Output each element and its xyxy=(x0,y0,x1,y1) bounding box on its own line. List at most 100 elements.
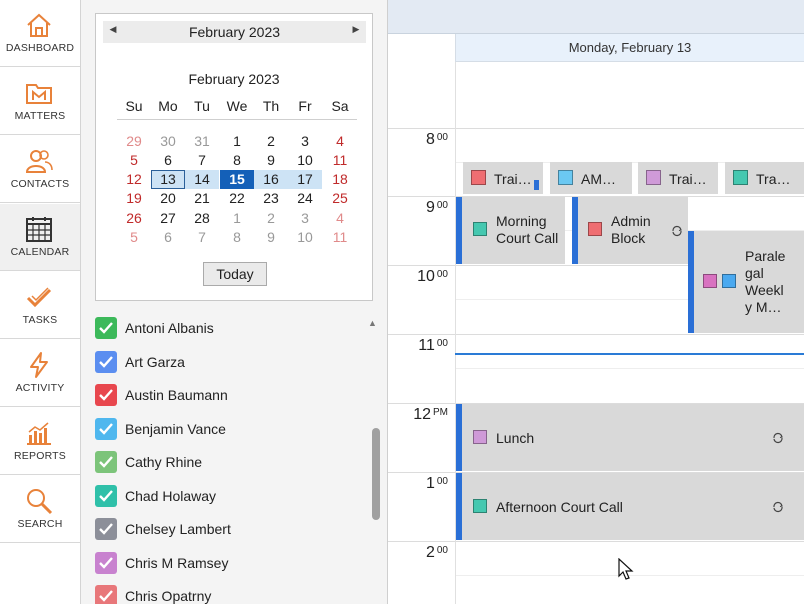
today-button[interactable]: Today xyxy=(203,262,267,286)
all-day-area[interactable] xyxy=(455,62,804,128)
calendar-day[interactable]: 9 xyxy=(254,151,288,170)
event-chip[interactable]: AM… xyxy=(550,162,632,194)
calendar-day[interactable]: 1 xyxy=(220,209,254,228)
calendar-day[interactable]: 4 xyxy=(323,209,357,228)
calendar-day[interactable]: 16 xyxy=(254,170,288,189)
next-month-button[interactable]: ▶ xyxy=(348,24,364,35)
calendar-day[interactable]: 8 xyxy=(220,151,254,170)
calendar-day[interactable]: 30 xyxy=(151,132,185,151)
calendar-day[interactable]: 6 xyxy=(151,151,185,170)
calendar-day[interactable]: 8 xyxy=(220,228,254,247)
calendar-day[interactable]: 6 xyxy=(151,228,185,247)
calendar-day[interactable]: 19 xyxy=(117,189,151,208)
calendar-day[interactable]: 23 xyxy=(254,189,288,208)
person-filter-item[interactable]: Cathy Rhine xyxy=(95,449,355,477)
calendar-day[interactable]: 18 xyxy=(323,170,357,189)
calendar-day[interactable]: 17 xyxy=(288,170,322,189)
calendar-day[interactable]: 10 xyxy=(288,151,322,170)
calendar-day[interactable]: 26 xyxy=(117,209,151,228)
person-filter-item[interactable]: Chris Opatrny xyxy=(95,583,355,604)
event-chip[interactable]: Trai… xyxy=(638,162,718,194)
calendar-day[interactable]: 21 xyxy=(185,189,219,208)
checkbox-checked-icon[interactable] xyxy=(95,451,117,473)
calendar-day[interactable]: 7 xyxy=(185,228,219,247)
event-afternoon-court-call[interactable]: Afternoon Court Call xyxy=(456,473,804,540)
nav-contacts[interactable]: CONTACTS xyxy=(0,136,80,203)
lightning-icon xyxy=(30,352,48,378)
nav-reports[interactable]: REPORTS xyxy=(0,408,80,475)
calendar-day[interactable]: 3 xyxy=(288,209,322,228)
nav-activity[interactable]: ACTIVITY xyxy=(0,340,80,407)
weekday-label: Sa xyxy=(331,98,349,114)
hour-label-12: 12 PM xyxy=(413,406,448,423)
calendar-day[interactable]: 9 xyxy=(254,228,288,247)
toolbar-strip xyxy=(388,0,804,34)
person-filter-item[interactable]: Chad Holaway xyxy=(95,483,355,511)
checkbox-checked-icon[interactable] xyxy=(95,350,117,373)
event-color-swatch xyxy=(558,170,573,185)
nav-search[interactable]: SEARCH xyxy=(0,476,80,543)
event-title: Admin Block xyxy=(611,213,651,246)
calendar-day[interactable]: 22 xyxy=(220,189,254,208)
calendar-day[interactable]: 5 xyxy=(117,228,151,247)
calendar-day[interactable]: 13 xyxy=(151,170,185,189)
nav-label: CONTACTS xyxy=(10,178,70,190)
time-gutter xyxy=(388,34,455,604)
weekday-label: We xyxy=(226,98,248,114)
calendar-day[interactable]: 3 xyxy=(288,132,322,151)
checkbox-checked-icon[interactable] xyxy=(95,384,117,406)
calendar-day[interactable]: 25 xyxy=(323,189,357,208)
calendar-day[interactable]: 14 xyxy=(185,170,219,189)
day-column-header[interactable]: Monday, February 13 xyxy=(455,34,804,62)
scrollbar-thumb[interactable] xyxy=(372,428,380,520)
checkbox-checked-icon[interactable] xyxy=(95,551,117,574)
event-color-swatch xyxy=(473,499,487,513)
nav-calendar[interactable]: CALENDAR xyxy=(0,204,80,271)
scroll-up-icon[interactable]: ▲ xyxy=(368,318,377,328)
nav-matters[interactable]: MATTERS xyxy=(0,68,80,135)
checkbox-checked-icon[interactable] xyxy=(95,317,117,339)
person-filter-item[interactable]: Chelsey Lambert xyxy=(95,516,355,544)
calendar-day[interactable]: 2 xyxy=(254,209,288,228)
calendar-day[interactable]: 24 xyxy=(288,189,322,208)
event-chip[interactable]: Trai… xyxy=(463,162,543,194)
calendar-day[interactable]: 31 xyxy=(185,132,219,151)
event-title: Lunch xyxy=(496,430,535,446)
nav-dashboard[interactable]: DASHBOARD xyxy=(0,0,80,67)
checkbox-checked-icon[interactable] xyxy=(95,585,117,604)
calendar-day[interactable]: 2 xyxy=(254,132,288,151)
person-filter-item[interactable]: Art Garza xyxy=(95,349,355,377)
event-admin-block[interactable]: Admin Block xyxy=(572,197,688,264)
event-color-swatch xyxy=(722,274,736,288)
calendar-day[interactable]: 29 xyxy=(117,132,151,151)
calendar-day[interactable]: 10 xyxy=(288,228,322,247)
event-color-swatch xyxy=(703,274,717,288)
event-morning-court-call[interactable]: Morning Court Call xyxy=(456,197,565,264)
person-filter-item[interactable]: Chris M Ramsey xyxy=(95,550,355,578)
event-chip[interactable]: Tra… xyxy=(725,162,804,194)
event-paralegal-weekly[interactable]: Parale gal Weekl y M… xyxy=(688,231,804,333)
checkbox-checked-icon[interactable] xyxy=(95,518,117,540)
calendar-day[interactable]: 28 xyxy=(185,209,219,228)
bar-chart-icon xyxy=(27,422,51,445)
nav-tasks[interactable]: TASKS xyxy=(0,272,80,339)
person-filter-item[interactable]: Antoni Albanis xyxy=(95,315,355,343)
person-filter-item[interactable]: Austin Baumann xyxy=(95,382,355,410)
calendar-day[interactable]: 4 xyxy=(323,132,357,151)
person-filter-item[interactable]: Benjamin Vance xyxy=(95,416,355,444)
calendar-day[interactable]: 12 xyxy=(117,170,151,189)
calendar-day[interactable]: 5 xyxy=(117,151,151,170)
event-label: AM… xyxy=(581,171,616,187)
checkbox-checked-icon[interactable] xyxy=(95,484,117,507)
calendar-day[interactable]: 7 xyxy=(185,151,219,170)
calendar-day[interactable]: 20 xyxy=(151,189,185,208)
checkbox-checked-icon[interactable] xyxy=(95,417,117,440)
calendar-day[interactable]: 11 xyxy=(323,228,357,247)
calendar-day[interactable]: 27 xyxy=(151,209,185,228)
calendar-day[interactable]: 1 xyxy=(220,132,254,151)
calendar-day[interactable]: 11 xyxy=(323,151,357,170)
event-label: Trai… xyxy=(669,171,707,187)
event-lunch[interactable]: Lunch xyxy=(456,404,804,471)
calendar-day[interactable]: 15 xyxy=(220,170,254,189)
event-label: Trai… xyxy=(494,171,532,187)
